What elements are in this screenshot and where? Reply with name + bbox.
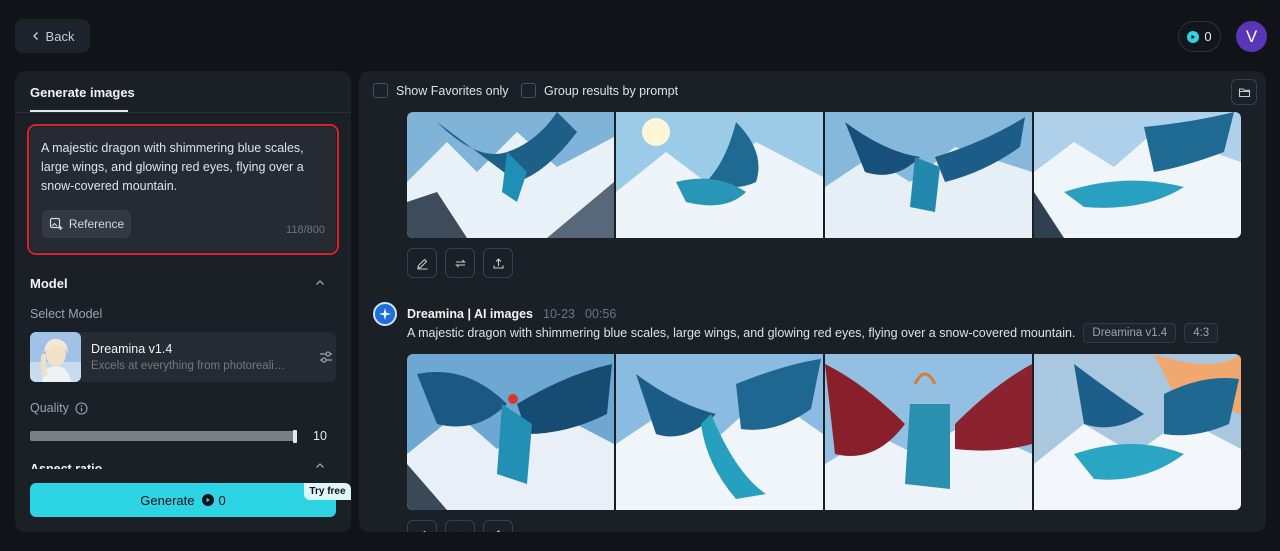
model-tag: Dreamina v1.4 — [1083, 323, 1177, 343]
show-favorites-toggle[interactable]: Show Favorites only — [373, 83, 509, 98]
image-grid — [407, 112, 1241, 238]
image-actions — [407, 248, 513, 278]
results-panel: Show Favorites only Group results by pro… — [359, 71, 1266, 532]
edit-button[interactable] — [407, 520, 437, 532]
aspect-ratio-heading: Aspect ratio — [30, 462, 103, 469]
generate-button[interactable]: Generate 0 — [30, 483, 336, 517]
model-selector[interactable]: Dreamina v1.4 Excels at everything from … — [30, 332, 336, 382]
results-toolbar: Show Favorites only Group results by pro… — [359, 71, 1266, 112]
repeat-icon — [461, 531, 464, 532]
credits-badge[interactable]: 0 — [1178, 21, 1221, 52]
regenerate-button[interactable] — [445, 248, 475, 278]
back-button[interactable]: Back — [15, 19, 90, 53]
generated-image[interactable] — [1034, 112, 1241, 238]
generated-image[interactable] — [616, 112, 823, 238]
char-count: 118/800 — [286, 224, 325, 236]
credits-count: 0 — [1204, 29, 1212, 44]
play-circle-icon — [1187, 30, 1200, 43]
reference-button[interactable]: Reference — [42, 210, 131, 238]
quality-slider[interactable] — [30, 431, 297, 441]
image-grid — [407, 354, 1241, 510]
generate-label: Generate — [140, 492, 195, 508]
prompt-input[interactable]: A majestic dragon with shimmering blue s… — [27, 124, 339, 255]
upload-icon — [492, 257, 504, 269]
pencil-icon — [416, 258, 427, 270]
quality-value: 10 — [313, 429, 327, 443]
generated-image[interactable] — [1034, 354, 1241, 510]
generate-credit-count: 0 — [218, 492, 226, 508]
avatar[interactable]: V — [1236, 21, 1267, 52]
generated-image[interactable] — [407, 354, 614, 510]
generation-prompt-row: A majestic dragon with shimmering blue s… — [407, 323, 1219, 343]
chevron-up-icon[interactable] — [313, 278, 327, 288]
back-label: Back — [45, 28, 75, 44]
show-favorites-label: Show Favorites only — [396, 83, 509, 98]
try-free-badge: Try free — [304, 483, 351, 500]
quality-slider-handle[interactable] — [293, 430, 297, 443]
play-circle-icon — [202, 494, 215, 506]
image-actions — [407, 520, 513, 532]
model-name: Dreamina v1.4 — [91, 342, 173, 356]
generated-image[interactable] — [825, 354, 1032, 510]
show-favorites-checkbox[interactable] — [373, 83, 388, 98]
sliders-icon[interactable] — [318, 349, 334, 365]
prompt-text[interactable]: A majestic dragon with shimmering blue s… — [41, 139, 321, 196]
info-icon[interactable] — [75, 401, 88, 415]
model-thumbnail — [30, 332, 81, 382]
generation-prompt[interactable]: A majestic dragon with shimmering blue s… — [407, 326, 1075, 340]
folder-button[interactable] — [1231, 79, 1257, 105]
generated-image[interactable] — [616, 354, 823, 510]
group-results-label: Group results by prompt — [544, 83, 679, 98]
generation-date: 10-23 — [543, 307, 575, 321]
folder-icon — [1238, 87, 1250, 97]
export-button[interactable] — [483, 520, 513, 532]
edit-button[interactable] — [407, 248, 437, 278]
repeat-icon — [454, 259, 466, 267]
export-button[interactable] — [483, 248, 513, 278]
image-plus-icon — [49, 217, 63, 230]
quality-label: Quality — [30, 401, 88, 415]
select-model-label: Select Model — [30, 307, 103, 321]
chevron-up-icon[interactable] — [313, 461, 327, 471]
ratio-tag: 4:3 — [1184, 323, 1219, 343]
generate-credit: 0 — [202, 492, 226, 508]
model-description: Excels at everything from photorealism t… — [91, 360, 291, 372]
regenerate-button[interactable] — [445, 520, 475, 532]
generation-time: 00:56 — [585, 307, 617, 321]
pencil-icon — [422, 530, 426, 532]
quality-label-text: Quality — [30, 401, 69, 415]
upload-icon — [495, 529, 501, 532]
group-results-toggle[interactable]: Group results by prompt — [521, 83, 678, 98]
group-results-checkbox[interactable] — [521, 83, 536, 98]
model-heading: Model — [30, 276, 68, 291]
panel-divider — [15, 112, 351, 113]
generate-panel: Generate images A majestic dragon with s… — [15, 71, 351, 532]
tab-generate-images[interactable]: Generate images — [30, 85, 135, 100]
generated-image[interactable] — [825, 112, 1032, 238]
chevron-left-icon — [32, 32, 38, 40]
reference-label: Reference — [68, 217, 125, 231]
generated-image[interactable] — [407, 112, 614, 238]
generation-source: Dreamina | AI images — [407, 307, 534, 321]
dreamina-logo-icon — [373, 302, 397, 326]
